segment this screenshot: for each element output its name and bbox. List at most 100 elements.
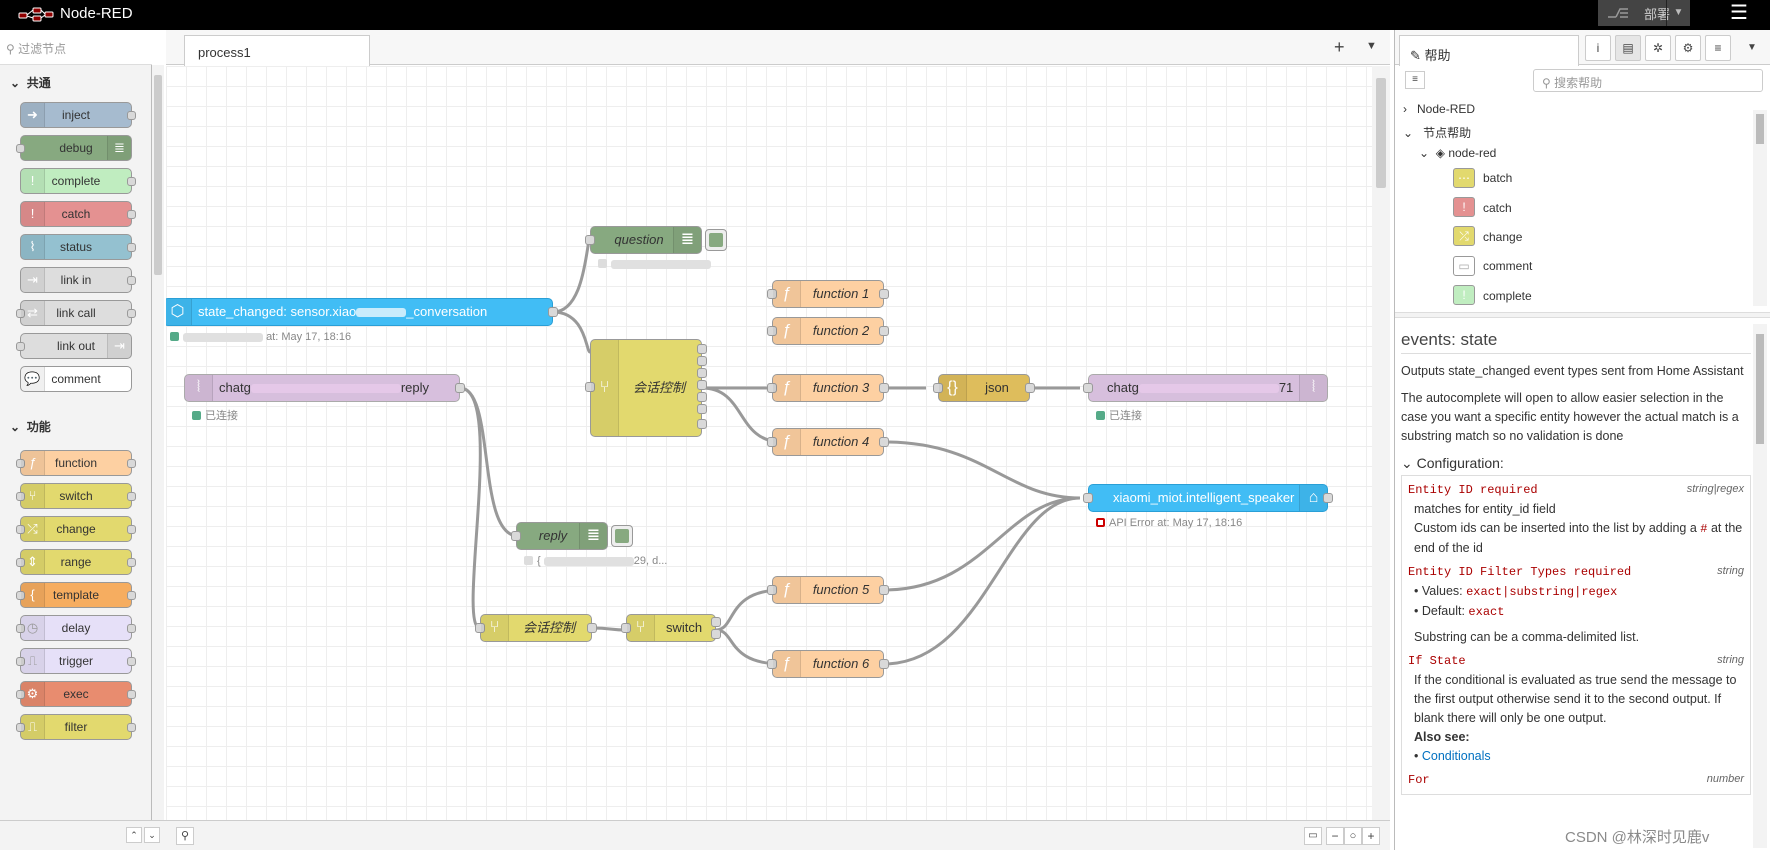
input-port[interactable]: [1083, 493, 1093, 503]
palette-node-exec[interactable]: ⚙ exec: [16, 681, 136, 707]
node-chat-websocket-in[interactable]: ⦚ chatg reply: [184, 374, 465, 402]
output-port[interactable]: [879, 585, 889, 595]
scroll-thumb[interactable]: [1376, 78, 1386, 188]
input-port[interactable]: [1083, 383, 1093, 393]
book-icon[interactable]: ▤: [1615, 35, 1641, 61]
tree-item-node-help[interactable]: ⌄ 节点帮助: [1403, 124, 1471, 141]
bug-icon[interactable]: ✲: [1645, 35, 1671, 61]
palette-node-filter[interactable]: ⎍ filter: [16, 714, 136, 740]
node-reply[interactable]: reply ≣: [511, 522, 633, 550]
node-function-3[interactable]: ƒ function 3: [767, 374, 889, 402]
palette-node-catch[interactable]: ! catch: [20, 201, 136, 227]
output-port[interactable]: [879, 437, 889, 447]
palette-node-link-in[interactable]: ⇥ link in: [20, 267, 136, 293]
palette-node-complete[interactable]: ! complete: [20, 168, 136, 194]
palette-node-debug[interactable]: debug ≣: [16, 135, 132, 161]
palette-node-trigger[interactable]: ⎍ trigger: [16, 648, 136, 674]
output-port-7[interactable]: [697, 419, 707, 429]
node-function-6[interactable]: ƒ function 6: [767, 650, 889, 678]
output-port-2[interactable]: [711, 629, 721, 639]
node-xiaomi-speaker[interactable]: xiaomi_miot.intelligent_speaker ⌂: [1083, 484, 1333, 512]
database-icon[interactable]: ≡: [1705, 35, 1731, 61]
output-port[interactable]: [879, 383, 889, 393]
output-port-1[interactable]: [711, 617, 721, 627]
output-port-5[interactable]: [697, 392, 707, 402]
palette-node-inject[interactable]: ➜ inject: [20, 102, 136, 128]
deploy-dropdown-icon[interactable]: ▼: [1666, 0, 1690, 26]
search-icon[interactable]: ⚲: [176, 827, 194, 845]
tab-menu-icon[interactable]: ▼: [1366, 40, 1377, 52]
palette-node-change[interactable]: ⤮ change: [16, 516, 136, 542]
input-port[interactable]: [511, 531, 521, 541]
debug-toggle-button[interactable]: [611, 525, 633, 547]
node-function-1[interactable]: ƒ function 1: [767, 280, 889, 308]
output-port[interactable]: [587, 623, 597, 633]
list-icon[interactable]: ≡: [1405, 71, 1425, 89]
node-chat-websocket-out[interactable]: chatg 71 ⦚: [1083, 374, 1328, 402]
palette-node-status[interactable]: ⌇ status: [20, 234, 136, 260]
palette-node-comment[interactable]: 💬 comment: [20, 366, 132, 392]
node-state-changed[interactable]: ⬡ state_changed: sensor.xiao _conversatio…: [166, 298, 558, 326]
tree-node-change[interactable]: change: [1483, 230, 1522, 244]
tree-item-node-red[interactable]: › Node-RED: [1403, 102, 1475, 116]
tree-scrollbar[interactable]: [1753, 110, 1767, 306]
scroll-thumb[interactable]: [1756, 334, 1764, 444]
palette-node-delay[interactable]: ◷ delay: [16, 615, 136, 641]
expand-all-icon[interactable]: ⌄: [144, 827, 160, 843]
link-conditionals[interactable]: Conditionals: [1422, 749, 1491, 763]
output-port-2[interactable]: [697, 356, 707, 366]
tree-item-module[interactable]: ⌄ ◈ node-red: [1419, 146, 1496, 160]
collapse-all-icon[interactable]: ⌃: [126, 827, 142, 843]
canvas-vertical-scrollbar[interactable]: [1372, 66, 1390, 838]
output-port[interactable]: [548, 307, 558, 317]
palette-scrollbar[interactable]: [152, 65, 164, 825]
help-scrollbar[interactable]: [1753, 324, 1767, 848]
tree-node-catch[interactable]: catch: [1483, 201, 1512, 215]
node-switch[interactable]: ⑂ switch: [621, 614, 721, 642]
zoom-in-icon[interactable]: +: [1362, 827, 1380, 845]
help-search-input[interactable]: ⚲ 搜索帮助: [1533, 69, 1763, 92]
zoom-out-icon[interactable]: −: [1326, 827, 1344, 845]
output-port-1[interactable]: [697, 344, 707, 354]
output-port-3[interactable]: [697, 368, 707, 378]
output-port[interactable]: [1323, 493, 1333, 503]
palette-node-link-out[interactable]: link out ⇥: [16, 333, 132, 359]
node-function-2[interactable]: ƒ function 2: [767, 317, 889, 345]
gear-icon[interactable]: ⚙: [1675, 35, 1701, 61]
input-port[interactable]: [585, 235, 595, 245]
tree-node-batch[interactable]: batch: [1483, 171, 1512, 185]
palette-scroll-thumb[interactable]: [154, 75, 162, 275]
node-question[interactable]: question ≣: [585, 226, 727, 254]
add-tab-icon[interactable]: +: [1334, 37, 1345, 58]
node-json[interactable]: {} json: [933, 374, 1035, 402]
output-port[interactable]: [455, 383, 465, 393]
scroll-thumb[interactable]: [1756, 114, 1764, 144]
palette-node-function[interactable]: ƒ function: [16, 450, 136, 476]
node-session-control[interactable]: ⑂ 会话控制: [585, 339, 707, 437]
palette-search-input[interactable]: ⚲ 过滤节点: [0, 30, 152, 65]
zoom-reset-icon[interactable]: ○: [1344, 827, 1362, 845]
map-icon[interactable]: ▭: [1304, 827, 1322, 845]
tab-process1[interactable]: process1: [184, 35, 370, 66]
sidebar-menu-icon[interactable]: ▼: [1747, 42, 1757, 53]
output-port-6[interactable]: [697, 404, 707, 414]
tab-help[interactable]: ✎ 帮助: [1399, 35, 1579, 66]
deploy-button[interactable]: 部署 ▼: [1598, 0, 1690, 26]
info-icon[interactable]: i: [1585, 35, 1611, 61]
tree-node-comment[interactable]: comment: [1483, 259, 1532, 273]
output-port[interactable]: [879, 326, 889, 336]
output-port[interactable]: [879, 289, 889, 299]
main-menu-icon[interactable]: ☰: [1730, 3, 1748, 23]
node-session-control-2[interactable]: ⑂ 会话控制: [475, 614, 597, 642]
tree-node-complete[interactable]: complete: [1483, 289, 1532, 303]
panel-divider[interactable]: [1395, 312, 1770, 318]
palette-category-function[interactable]: ⌄ 功能: [0, 410, 152, 438]
palette-node-range[interactable]: ⇕ range: [16, 549, 136, 575]
output-port-4[interactable]: [697, 380, 707, 390]
palette-category-common[interactable]: ⌄ 共通: [0, 66, 152, 94]
flow-canvas[interactable]: question ≣ ⬡ state_changed: sensor.xiao _…: [166, 66, 1372, 838]
palette-node-link-call[interactable]: ⇄ link call: [16, 300, 136, 326]
output-port[interactable]: [879, 659, 889, 669]
node-function-4[interactable]: ƒ function 4: [767, 428, 889, 456]
node-function-5[interactable]: ƒ function 5: [767, 576, 889, 604]
